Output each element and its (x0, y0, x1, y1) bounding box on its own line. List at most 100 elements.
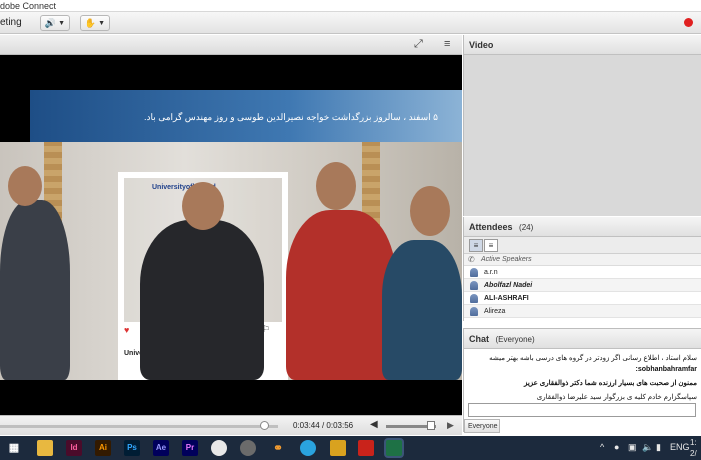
volume-icon[interactable]: ◀ (370, 419, 378, 430)
chevron-down-icon: ▼ (58, 19, 66, 27)
app-toolbar: eting 🔊 ▼ ✋ ▼ (0, 12, 701, 34)
volume-handle[interactable] (427, 421, 435, 430)
window-title-bar: dobe Connect (0, 0, 701, 12)
person-red-jacket-head (316, 162, 356, 210)
video-pod-title: Video (469, 40, 494, 50)
pod-menu-icon[interactable]: ≡ (444, 38, 450, 50)
chat-message-text: ممنون از صحبت های بسیار ارزنده شما دکتر … (523, 380, 697, 387)
person-left (0, 200, 70, 380)
attendees-pod: Attendees (24) ≡ ≡ ✆ Active Speakers a.r… (463, 217, 701, 321)
person-red-jacket (286, 210, 396, 380)
chat-message: ممنون از صحبت های بسیار ارزنده شما دکتر … (468, 378, 697, 389)
attendees-pod-header: Attendees (24) (464, 217, 701, 237)
raise-hand-button[interactable]: ✋ ▼ (80, 15, 110, 31)
video-pod-header: Video (464, 35, 701, 55)
webcam-area (464, 55, 701, 216)
chat-message-text: سلام استاد ، اطلاع رسانی اگر زودتر در گر… (489, 355, 697, 362)
after-effects-icon[interactable]: Ae (153, 440, 169, 456)
list-item[interactable]: Abolfazl Nadei (464, 279, 701, 292)
adobe-connect-taskbar-icon[interactable] (386, 440, 402, 456)
seek-bar[interactable] (0, 425, 278, 428)
microphone-icon[interactable]: ● (614, 442, 619, 452)
chevron-up-icon[interactable]: ^ (600, 442, 604, 452)
chat-pod-header: Chat (Everyone) (464, 329, 701, 349)
chat-message-text: سپاسگزارم خادم کلیه ی بزرگوار سید علیرضا… (536, 394, 697, 401)
photoshop-icon[interactable]: Ps (124, 440, 140, 456)
illustrator-icon[interactable]: Ai (95, 440, 111, 456)
phone-icon: ✆ (468, 255, 475, 264)
chat-recipient-label: Everyone (468, 423, 498, 430)
attendees-toolbar: ≡ ≡ (464, 237, 701, 254)
windows-taskbar: ▦ Id Ai Ps Ae Pr ⚭ ^ ● ▣ 🔈 ▮ ENG 1: 2/ (0, 436, 701, 460)
chat-title: Chat (469, 334, 489, 344)
clock-date[interactable]: 2/ (690, 449, 697, 458)
indesign-icon[interactable]: Id (66, 440, 82, 456)
heart-icon: ♥ (124, 325, 130, 335)
person-right-head (410, 186, 450, 236)
share-pod-header: ⤢ ≡ (0, 35, 462, 55)
video-pod: Video (463, 35, 701, 216)
task-view-icon[interactable]: ▦ (6, 440, 22, 456)
total-duration: 0:03:56 (326, 421, 354, 430)
battery-icon[interactable]: ▮ (656, 442, 661, 453)
banner-text: ۵ اسفند ، سالروز بزرگداشت خواجه نصیرالدی… (143, 112, 438, 122)
chat-recipient-selector[interactable]: Everyone (464, 419, 500, 433)
shared-video[interactable]: ۵ اسفند ، سالروز بزرگداشت خواجه نصیرالدی… (0, 90, 462, 380)
attendee-name: Abolfazl Nadei (484, 282, 533, 289)
time-separator: / (321, 421, 325, 430)
active-speakers-section: ✆ Active Speakers (464, 254, 701, 266)
chat-input[interactable] (468, 403, 696, 417)
chevron-down-icon: ▼ (98, 19, 106, 27)
user-icon (470, 281, 478, 290)
attendee-name: Alireza (484, 308, 506, 315)
fullscreen-icon[interactable]: ⤢ (414, 38, 423, 51)
file-explorer-icon[interactable] (37, 440, 53, 456)
list-view-icon[interactable]: ≡ (469, 239, 483, 252)
attendee-name: a.r.n (484, 269, 498, 276)
recording-indicator[interactable] (684, 18, 693, 27)
chat-scope: (Everyone) (495, 335, 535, 344)
volume-max-icon: ▶ (447, 420, 454, 430)
meeting-menu[interactable]: eting (0, 17, 22, 28)
elapsed-time: 0:03:44 (293, 421, 320, 430)
chat-message: سلام استاد ، اطلاع رسانی اگر زودتر در گر… (468, 353, 697, 375)
attendees-title: Attendees (469, 222, 513, 232)
speaker-icon: 🔊 (44, 17, 57, 28)
active-speakers-label: Active Speakers (481, 256, 532, 263)
pdf-reader-icon[interactable] (358, 440, 374, 456)
window-title: dobe Connect (0, 1, 57, 11)
attendees-count: (24) (519, 223, 534, 232)
app-icon[interactable] (240, 440, 256, 456)
person-center-head (182, 182, 224, 230)
list-item[interactable]: Alireza (464, 305, 701, 318)
person-center (140, 220, 264, 380)
speaker-button[interactable]: 🔊 ▼ (40, 15, 70, 31)
person-right (382, 240, 462, 380)
status-view-icon[interactable]: ≡ (484, 239, 498, 252)
chat-message: سپاسگزارم خادم کلیه ی بزرگوار سید علیرضا… (468, 392, 697, 403)
winrar-icon[interactable] (330, 440, 346, 456)
share-pod: ⤢ ≡ ۵ اسفند ، سالروز بزرگداشت خواجه نصیر… (0, 35, 462, 435)
hand-icon: ✋ (84, 17, 97, 28)
chrome-icon[interactable] (211, 440, 227, 456)
person-left-head (8, 166, 42, 206)
list-item[interactable]: ALI-ASHRAFI (464, 292, 701, 305)
telegram-icon[interactable] (300, 440, 316, 456)
premiere-icon[interactable]: Pr (182, 440, 198, 456)
seek-handle[interactable] (260, 421, 270, 430)
media-controls: 0:03:44 / 0:03:56 ◀ ▶ (0, 415, 462, 435)
chat-sender: sobhanbahramfar: (635, 366, 697, 373)
user-icon (470, 307, 478, 316)
speaker-icon[interactable]: 🔈 (642, 442, 653, 453)
language-indicator[interactable]: ENG (670, 442, 690, 452)
event-banner: ۵ اسفند ، سالروز بزرگداشت خواجه نصیرالدی… (30, 90, 462, 142)
clock-time[interactable]: 1: (690, 438, 697, 447)
chat-pod: Chat (Everyone) سلام استاد ، اطلاع رسانی… (463, 328, 701, 433)
user-icon (470, 268, 478, 277)
app-icon[interactable]: ⚭ (270, 440, 286, 456)
network-icon[interactable]: ▣ (628, 442, 637, 453)
playback-time: 0:03:44 / 0:03:56 (293, 421, 353, 430)
attendee-name: ALI-ASHRAFI (484, 295, 529, 302)
list-item[interactable]: a.r.n (464, 266, 701, 279)
user-icon (470, 294, 478, 303)
